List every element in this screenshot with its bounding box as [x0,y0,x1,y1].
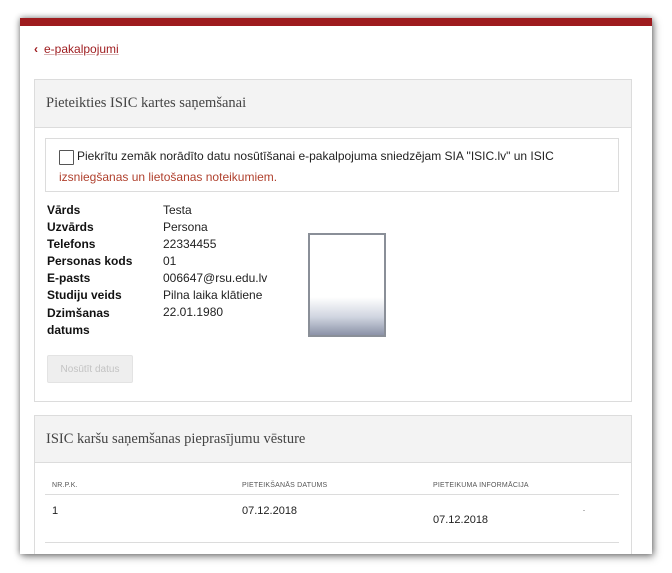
field-label: E-pasts [47,271,91,285]
field-label: Uzvārds [47,220,94,234]
field-value: 01 [163,254,177,268]
field-label: Dzimšanas datums [47,306,110,337]
history-title: ISIC karšu saņemšanas pieprasījumu vēstu… [35,416,631,463]
submit-button[interactable]: Nosūtīt datus [47,355,133,383]
window-frame: ‹ e-pakalpojumi Pieteikties ISIC kartes … [20,18,652,554]
table-row-divider [45,542,619,543]
photo-placeholder [308,233,386,337]
column-header-info: PIETEIKUMA INFORMĀCIJA [433,482,529,489]
field-label: Studiju veids [47,288,122,302]
field-label: Telefons [47,237,96,251]
field-value: Pilna laika klātiene [163,288,263,302]
history-card: ISIC karšu saņemšanas pieprasījumu vēstu… [34,415,632,554]
table-cell-info: 07.12.2018 [433,514,489,526]
field-label: Personas kods [47,254,133,268]
field-value: 22.01.1980 [163,305,224,319]
table-cell-date: 07.12.2018 [242,505,298,517]
field-value: 22334455 [163,237,217,251]
consent-text: Piekrītu zemāk norādīto datu nosūtīšanai… [77,149,554,163]
chevron-left-icon: ‹ [34,42,38,56]
consent-checkbox[interactable] [59,150,74,165]
column-header-nr: NR.P.K. [52,482,78,489]
top-accent-bar [20,18,652,26]
field-label: Vārds [47,203,81,217]
application-title: Pieteikties ISIC kartes saņemšanai [35,80,631,128]
table-header-divider [45,494,619,495]
isic-application-card: Pieteikties ISIC kartes saņemšanai Piekr… [34,79,632,402]
field-value: Persona [163,220,208,234]
back-link-label: e-pakalpojumi [44,42,119,56]
terms-link[interactable]: izsniegšanas un lietošanas noteikumiem. [59,170,277,184]
column-header-date: PIETEIKŠANĀS DATUMS [242,482,328,489]
table-cell-nr: 1 [52,505,59,517]
field-value: Testa [163,203,192,217]
consent-box: Piekrītu zemāk norādīto datu nosūtīšanai… [45,138,619,192]
back-link[interactable]: ‹ e-pakalpojumi [34,42,119,56]
row-marker [583,510,585,511]
field-value: 006647@rsu.edu.lv [163,271,268,285]
